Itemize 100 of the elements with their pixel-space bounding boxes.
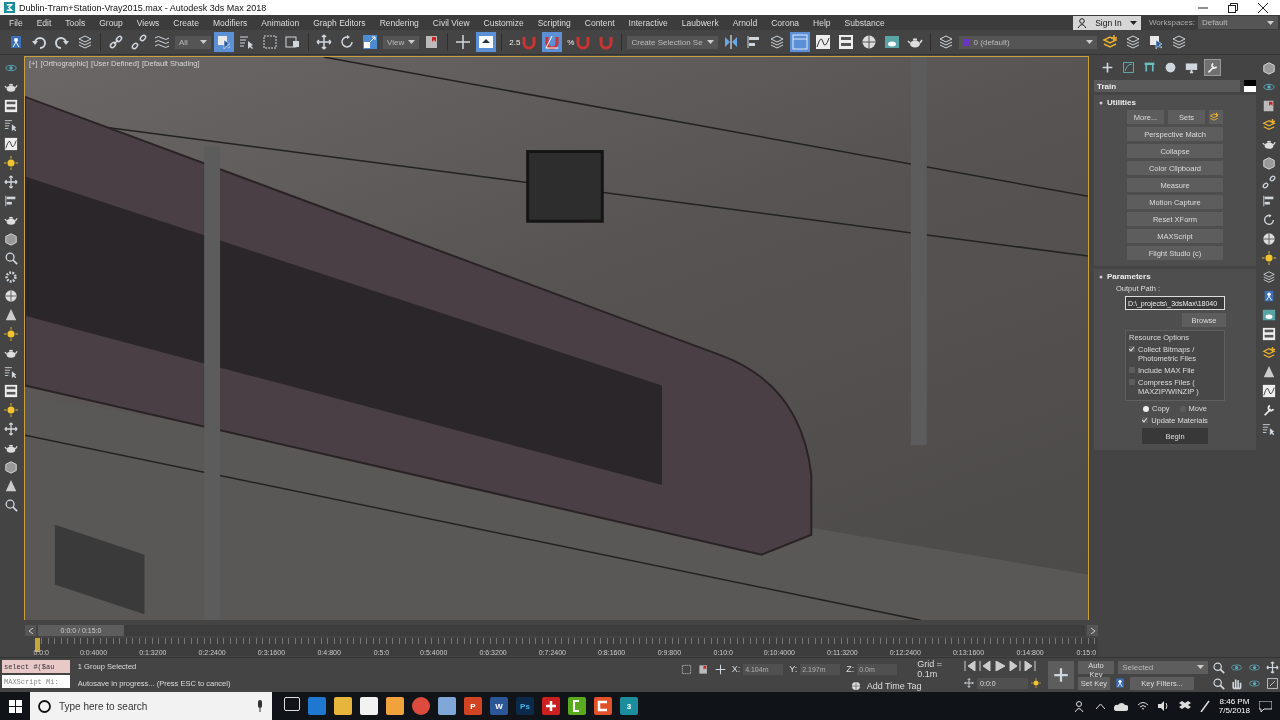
figure-icon[interactable] — [1262, 289, 1276, 303]
clock-time[interactable]: 8:46 PM — [1219, 697, 1250, 706]
play-icon[interactable] — [994, 661, 1007, 672]
menu-item[interactable]: Customize — [476, 17, 531, 28]
checker-sphere-icon[interactable] — [4, 289, 18, 303]
notification-icon[interactable] — [1259, 700, 1272, 712]
key-mode-dropdown[interactable]: Selected — [1118, 660, 1208, 674]
bracket-app-icon[interactable] — [568, 697, 586, 715]
broken-link-icon[interactable] — [1262, 175, 1276, 189]
schematic-icon[interactable] — [4, 99, 18, 113]
layer-plus-icon[interactable] — [1262, 346, 1276, 360]
dashed-square-icon[interactable] — [680, 663, 692, 675]
sign-in-button[interactable]: Sign In — [1072, 15, 1141, 30]
rollout-title[interactable]: Parameters — [1107, 272, 1151, 281]
current-frame-marker[interactable] — [35, 638, 40, 652]
menu-item[interactable]: Scripting — [530, 17, 578, 28]
toolbar-button[interactable] — [542, 32, 563, 52]
cone-icon[interactable] — [4, 479, 18, 493]
next-frame-button[interactable] — [1087, 625, 1098, 636]
list-icon[interactable] — [1262, 422, 1276, 436]
command-panel-tab[interactable] — [1142, 60, 1157, 75]
c-letter-app-icon[interactable] — [594, 697, 612, 715]
curve-icon[interactable] — [4, 137, 18, 151]
align-icon[interactable] — [4, 194, 18, 208]
plus-app-icon[interactable] — [542, 697, 560, 715]
menu-item[interactable]: Rendering — [372, 17, 426, 28]
light-icon[interactable] — [1031, 678, 1042, 689]
checker-sphere-icon[interactable] — [1262, 232, 1276, 246]
move-icon[interactable] — [1266, 660, 1279, 674]
skip-forward-icon[interactable] — [1009, 661, 1022, 672]
schematic-icon[interactable] — [4, 384, 18, 398]
powerpoint-icon[interactable]: P — [464, 697, 482, 715]
menu-item[interactable]: Arnold — [725, 17, 765, 28]
search-icon[interactable] — [1212, 676, 1225, 690]
light-icon[interactable] — [4, 403, 18, 417]
hand-icon[interactable] — [1230, 676, 1243, 690]
cone-icon[interactable] — [1262, 365, 1276, 379]
command-panel-tab[interactable] — [1121, 60, 1136, 75]
cloud-icon[interactable] — [1113, 701, 1128, 711]
radio-button[interactable] — [1143, 405, 1150, 412]
move-icon[interactable] — [4, 175, 18, 189]
set-key-big-button[interactable] — [1047, 661, 1074, 689]
light-icon[interactable] — [4, 156, 18, 170]
crosshair-icon[interactable] — [714, 663, 726, 675]
menu-item[interactable]: Civil View — [425, 17, 477, 28]
skip-back-icon[interactable] — [964, 661, 977, 672]
workspace-dropdown[interactable]: Default — [1198, 16, 1278, 29]
wifi-icon[interactable] — [1136, 701, 1149, 711]
color-swatch-icon[interactable] — [1244, 80, 1256, 92]
flag-icon[interactable] — [697, 663, 709, 675]
layer-plus-icon[interactable] — [1262, 118, 1276, 132]
menu-item[interactable]: Substance — [837, 17, 892, 28]
list-icon[interactable] — [4, 118, 18, 132]
windows-logo-icon[interactable] — [8, 699, 22, 713]
chevron-up-icon[interactable] — [1095, 703, 1105, 709]
add-time-tag-label[interactable]: Add Time Tag — [866, 681, 922, 691]
menu-item[interactable]: Content — [577, 17, 622, 28]
curve-icon[interactable] — [1262, 384, 1276, 398]
checkbox[interactable] — [1142, 417, 1149, 423]
flag-icon[interactable] — [1262, 99, 1276, 113]
search-icon[interactable] — [4, 498, 18, 512]
menu-item[interactable]: Tools — [58, 17, 93, 28]
word-icon[interactable]: W — [490, 697, 508, 715]
search-box[interactable]: Type here to search — [30, 692, 272, 720]
circle-logo-icon[interactable] — [412, 697, 430, 715]
menu-item[interactable]: Modifiers — [205, 17, 255, 28]
toolbar-button[interactable]: % — [565, 32, 594, 52]
layers-icon[interactable] — [1262, 270, 1276, 284]
toolbar-button[interactable] — [129, 32, 149, 52]
toolbar-button[interactable] — [360, 32, 380, 52]
light-icon[interactable] — [1262, 251, 1276, 265]
checkbox[interactable] — [1129, 346, 1135, 352]
search-icon[interactable] — [1212, 660, 1225, 674]
search-icon[interactable] — [4, 251, 18, 265]
volume-icon[interactable] — [1157, 701, 1170, 711]
search-field[interactable]: Type here to search — [57, 699, 250, 713]
render-window-icon[interactable] — [1262, 308, 1276, 322]
microphone-icon[interactable] — [256, 700, 264, 712]
sets-config-button[interactable] — [1209, 110, 1223, 124]
photoshop-icon[interactable]: Ps — [516, 697, 534, 715]
schematic-icon[interactable] — [1262, 327, 1276, 341]
skip-forward-icon[interactable] — [1024, 661, 1037, 672]
skip-back-icon[interactable] — [979, 661, 992, 672]
menu-item[interactable]: File — [2, 17, 30, 28]
toolbar-button[interactable]: 2.5 — [507, 32, 540, 52]
rollout-title[interactable]: Utilities — [1107, 98, 1136, 107]
menu-item[interactable]: Laubwerk — [674, 17, 726, 28]
collapse-icon[interactable] — [1099, 100, 1103, 105]
move-icon[interactable] — [964, 678, 975, 689]
maximize-icon[interactable] — [1266, 676, 1279, 690]
command-panel-tab[interactable] — [1184, 60, 1199, 75]
menu-item[interactable]: Interactive — [621, 17, 675, 28]
clock-date[interactable]: 7/5/2018 — [1218, 706, 1250, 715]
previous-frame-button[interactable] — [25, 625, 36, 636]
toolbar-dropdown[interactable]: Create Selection Se — [627, 35, 718, 49]
pen-icon[interactable] — [1199, 700, 1210, 712]
settings-icon[interactable] — [4, 270, 18, 284]
menu-item[interactable]: Views — [129, 17, 167, 28]
command-panel-tab[interactable] — [1100, 60, 1115, 75]
rotate-icon[interactable] — [1262, 213, 1276, 227]
